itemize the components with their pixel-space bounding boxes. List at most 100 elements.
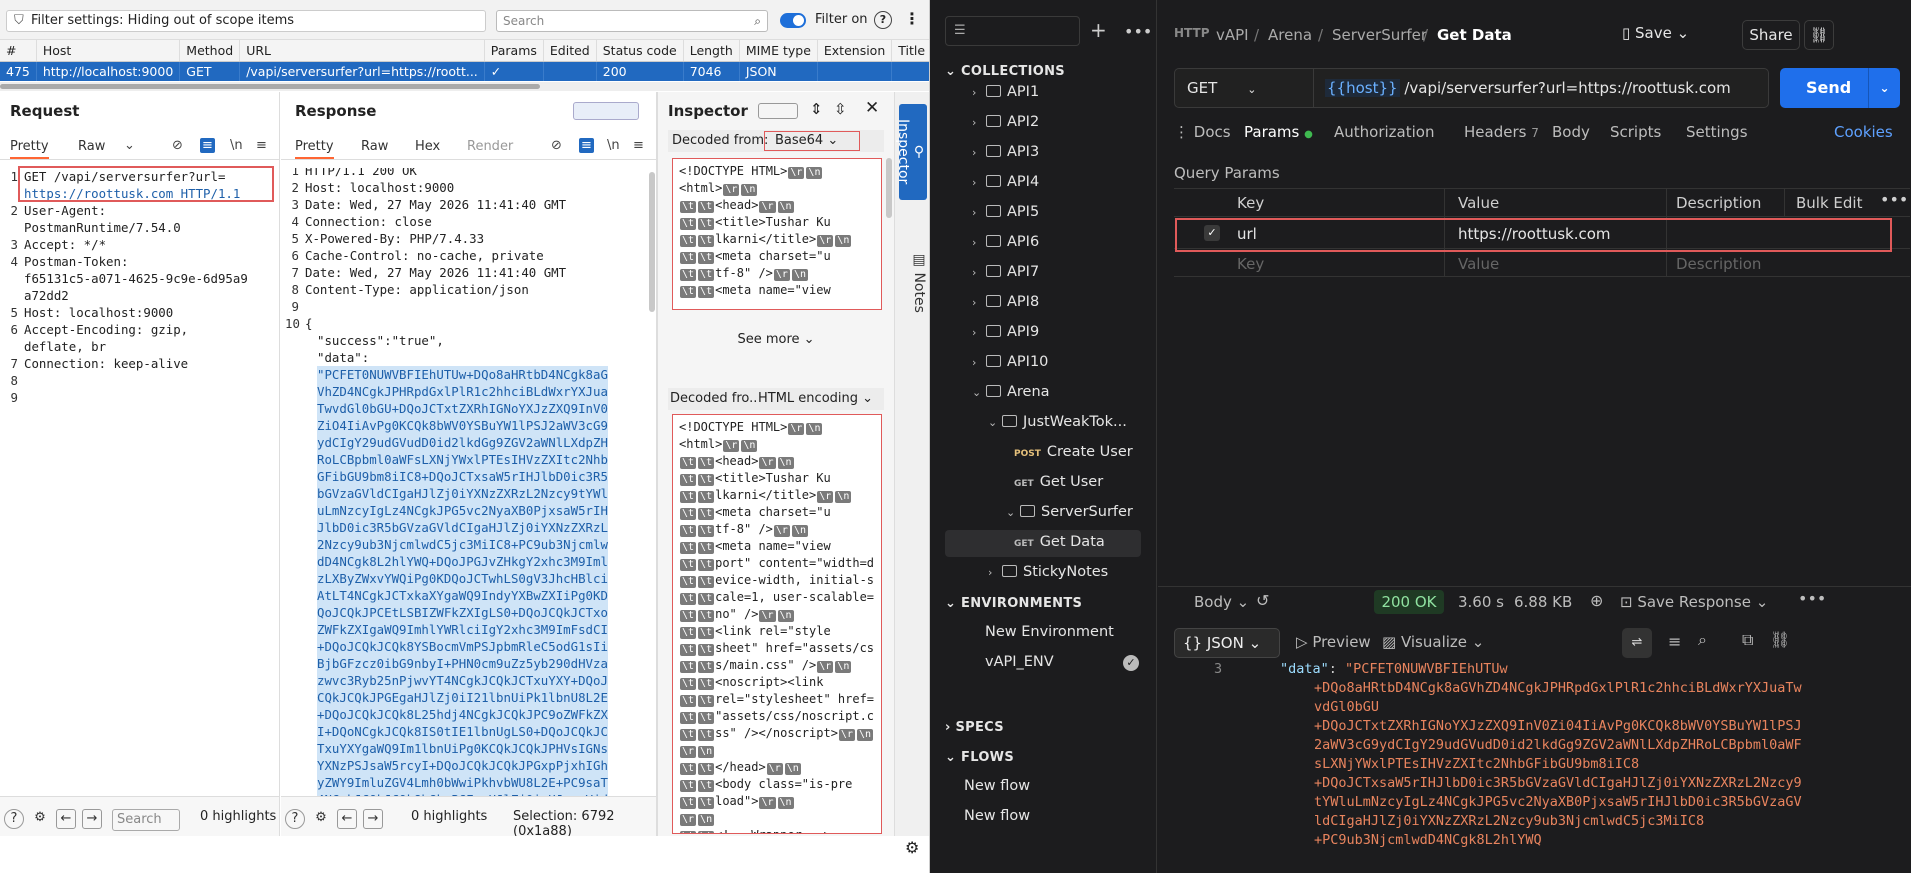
sidebar-item-arena[interactable]: ⌄ Arena [972, 384, 1050, 400]
share-button[interactable]: Share [1742, 20, 1800, 50]
column-header[interactable]: Title [891, 40, 929, 62]
eye-slash-icon[interactable]: ⊘ [551, 138, 562, 153]
flows-header[interactable]: ⌄ FLOWS [945, 750, 1014, 765]
tab-pretty[interactable]: Pretty [295, 139, 334, 159]
more-options-icon[interactable]: ⋮ [904, 9, 920, 28]
link-icon[interactable]: ⛓ [1770, 630, 1790, 649]
search-icon[interactable]: ⌕ [1698, 630, 1707, 650]
menu-icon[interactable]: ≡ [256, 138, 267, 153]
newline-toggle[interactable]: \n [230, 138, 243, 153]
breadcrumb-item[interactable]: Arena [1268, 26, 1312, 44]
tab-raw[interactable]: Raw [78, 139, 105, 154]
decoded-box-1[interactable]: <!DOCTYPE HTML> \r \n <html> \r \n \t \t <head> \… [672, 158, 882, 310]
param-checkbox[interactable]: ✓ [1204, 225, 1220, 241]
see-more-link[interactable]: See more ⌄ [658, 332, 894, 347]
inspector-scrollbar[interactable] [886, 158, 892, 218]
preview-button[interactable]: ▷ Preview [1296, 633, 1371, 651]
collapse-icon[interactable]: ⇳ [834, 100, 847, 118]
more-options-icon[interactable]: ••• [1880, 190, 1908, 209]
tab-hex[interactable]: Hex [415, 139, 440, 154]
response-body-select[interactable]: Body ⌄ [1194, 593, 1249, 611]
expand-icon[interactable]: ⇕ [810, 100, 823, 118]
sidebar-item-api5[interactable]: › API5 [972, 204, 1039, 220]
wrap-icon[interactable]: ≡ [579, 138, 594, 153]
tab-scripts[interactable]: Scripts [1610, 123, 1661, 141]
new-param-key[interactable]: Key [1237, 255, 1264, 273]
filter-icon[interactable]: ≡ [1668, 632, 1681, 651]
method-select[interactable]: GET ⌄ [1187, 79, 1256, 97]
newline-toggle[interactable]: \n [607, 138, 620, 153]
decoded-from-select[interactable]: HTML encoding ⌄ [758, 391, 873, 406]
specs-header[interactable]: › SPECS [945, 720, 1004, 735]
tab-params[interactable]: Params ● [1244, 123, 1313, 141]
add-icon[interactable]: + [1090, 18, 1107, 42]
layout-toggle[interactable] [573, 102, 639, 120]
sidebar-item-serversurfer[interactable]: ⌄ ServerSurfer [1006, 504, 1133, 520]
decoded-from-select[interactable]: Base64 ⌄ [764, 131, 860, 151]
param-key[interactable]: url [1237, 225, 1257, 243]
sidebar-item-api2[interactable]: › API2 [972, 114, 1039, 130]
response-editor[interactable]: 1 HTTP/1.1 200 OK 2 Host: localhost:9000 3 Da… [281, 168, 656, 796]
tab-headers[interactable]: Headers 7 [1464, 123, 1539, 141]
column-header[interactable]: MIME type [739, 40, 818, 62]
breadcrumb-item[interactable]: ServerSurfer [1332, 26, 1427, 44]
copy-icon[interactable]: ⧉ [1742, 630, 1753, 650]
eye-slash-icon[interactable]: ⊘ [172, 138, 183, 153]
tab-body[interactable]: Body [1552, 123, 1590, 141]
sidebar-filter-input[interactable]: ☰ [945, 16, 1080, 46]
breadcrumb-item[interactable]: vAPI [1216, 26, 1249, 44]
save-response-button[interactable]: ⊡ Save Response ⌄ [1620, 593, 1768, 611]
wrap-lines-icon[interactable]: ⇌ [1622, 628, 1652, 658]
chevron-down-icon[interactable]: ⌄ [124, 138, 135, 153]
menu-icon[interactable]: ≡ [633, 138, 644, 153]
response-body[interactable]: 3 "data": "PCFET0NUWVBFIEhUTUw +DQo8aHRt… [1174, 660, 1911, 873]
tab-raw[interactable]: Raw [361, 139, 388, 154]
flow-item[interactable]: New flow [964, 778, 1030, 794]
sidebar-item-api10[interactable]: › API10 [972, 354, 1048, 370]
collections-header[interactable]: ⌄ COLLECTIONS [945, 64, 1065, 79]
layout-toggle[interactable] [758, 103, 798, 119]
sidebar-item-api4[interactable]: › API4 [972, 174, 1039, 190]
tab-render[interactable]: Render [467, 139, 513, 154]
horizontal-scrollbar[interactable] [0, 82, 929, 91]
arrow-right-icon[interactable]: → [363, 809, 383, 829]
sidebar-item-justweaktoken[interactable]: ⌄ JustWeakTok... [988, 414, 1127, 430]
flow-item[interactable]: New flow [964, 808, 1030, 824]
new-param-value[interactable]: Value [1458, 255, 1499, 273]
request-editor[interactable]: 1 GET /vapi/serversurfer?url= https://root… [0, 168, 279, 796]
filter-toggle[interactable] [780, 13, 806, 28]
decoded-box-2[interactable]: <!DOCTYPE HTML> \r \n <html> \r \n \t \t <head> \… [672, 414, 882, 834]
env-item-new-environment[interactable]: New Environment [985, 624, 1114, 640]
close-icon[interactable]: ✕ [865, 98, 879, 118]
column-header[interactable]: # [0, 40, 37, 62]
link-icon[interactable]: ⛓ [1804, 20, 1834, 50]
search-input[interactable]: Search ⌕ [496, 10, 768, 32]
arrow-left-icon[interactable]: ← [56, 809, 76, 829]
url-input[interactable]: {{host}} /vapi/serversurfer?url=https://… [1325, 79, 1731, 97]
wrap-icon[interactable]: ≡ [200, 138, 215, 153]
column-header[interactable]: Params [484, 40, 544, 62]
sidebar-item-api1[interactable]: › API1 [972, 84, 1039, 100]
column-header[interactable]: Status code [596, 40, 684, 62]
format-select[interactable]: {} JSON ⌄ [1174, 628, 1280, 658]
tab-inspector[interactable]: ⚲ Inspector [895, 104, 927, 200]
sidebar-item-api3[interactable]: › API3 [972, 144, 1039, 160]
column-header[interactable]: Length [683, 40, 740, 62]
visualize-button[interactable]: ▨ Visualize ⌄ [1382, 633, 1484, 651]
environments-header[interactable]: ⌄ ENVIRONMENTS [945, 596, 1082, 611]
more-options-icon[interactable]: ••• [1124, 22, 1152, 41]
request-search-input[interactable]: Search [112, 809, 180, 831]
gear-icon[interactable]: ⚙ [311, 809, 331, 829]
globe-icon[interactable]: ⊕ [1590, 591, 1603, 610]
help-icon[interactable]: ? [285, 809, 305, 829]
sidebar-item-get-data[interactable]: GET Get Data [1014, 534, 1105, 550]
response-scrollbar[interactable] [649, 172, 655, 312]
save-button[interactable]: ▯ Save ⌄ [1622, 24, 1689, 42]
tab-authorization[interactable]: Authorization [1334, 123, 1434, 141]
sidebar-item-create-user[interactable]: POST Create User [1014, 444, 1133, 460]
sidebar-item-api9[interactable]: › API9 [972, 324, 1039, 340]
filter-settings-bar[interactable]: ⛉ Filter settings: Hiding out of scope it… [6, 10, 486, 32]
sidebar-item-api6[interactable]: › API6 [972, 234, 1039, 250]
sidebar-item-api7[interactable]: › API7 [972, 264, 1039, 280]
gear-icon[interactable]: ⚙ [905, 838, 919, 857]
